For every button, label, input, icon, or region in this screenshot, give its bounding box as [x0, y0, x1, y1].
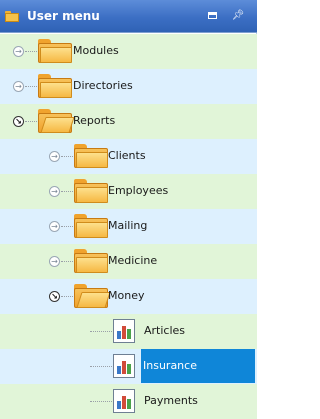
expand-icon[interactable]: → — [49, 151, 60, 162]
tree-item-modules[interactable]: → Modules — [0, 34, 257, 69]
report-icon — [113, 354, 135, 378]
tree-item-directories[interactable]: → Directories — [0, 69, 257, 104]
tree-item-label: Modules — [73, 44, 119, 57]
pin-icon: 📌︎ — [231, 10, 245, 21]
folder-icon — [74, 144, 108, 168]
expand-icon[interactable]: → — [49, 256, 60, 267]
tree-item-money[interactable]: ↘ Money — [0, 279, 257, 314]
tree-item-label: Reports — [73, 114, 116, 127]
tree-item-label: Clients — [108, 149, 146, 162]
folder-icon — [74, 249, 108, 273]
tree-item-clients[interactable]: → Clients — [0, 139, 257, 174]
expand-icon[interactable]: → — [49, 221, 60, 232]
tree-item-label: Insurance — [141, 349, 255, 383]
expand-icon[interactable]: → — [13, 46, 24, 57]
folder-icon — [74, 179, 108, 203]
folder-open-icon — [74, 284, 111, 308]
tree-item-label: Medicine — [108, 254, 158, 267]
user-menu-panel: User menu 📌︎ → Modules → Directories ↘ R… — [0, 0, 257, 419]
collapse-icon[interactable]: ↘ — [49, 291, 60, 302]
tree-item-label: Articles — [144, 324, 186, 337]
panel-title: User menu — [27, 9, 100, 23]
tree-item-payments[interactable]: Payments — [0, 384, 257, 419]
tree-item-medicine[interactable]: → Medicine — [0, 244, 257, 279]
expand-icon[interactable]: → — [49, 186, 60, 197]
folder-icon — [74, 214, 108, 238]
folder-icon — [38, 74, 72, 98]
report-icon — [113, 389, 135, 413]
collapse-icon[interactable]: ↘ — [13, 116, 24, 127]
tree-item-articles[interactable]: Articles — [0, 314, 257, 349]
folder-open-icon — [38, 109, 75, 133]
tree-item-label: Money — [108, 289, 145, 302]
tree-item-mailing[interactable]: → Mailing — [0, 209, 257, 244]
tree-item-label: Payments — [144, 394, 198, 407]
report-icon — [113, 319, 135, 343]
folder-icon — [5, 10, 19, 22]
folder-icon — [38, 39, 72, 63]
tree-item-label: Employees — [108, 184, 169, 197]
tree-item-label: Mailing — [108, 219, 148, 232]
tree-item-insurance[interactable]: Insurance — [0, 349, 257, 384]
restore-icon — [207, 12, 217, 19]
expand-icon[interactable]: → — [13, 81, 24, 92]
tree-item-employees[interactable]: → Employees — [0, 174, 257, 209]
panel-header: User menu 📌︎ — [0, 0, 257, 33]
restore-button[interactable] — [205, 9, 219, 23]
tree-item-reports[interactable]: ↘ Reports — [0, 104, 257, 139]
tree-item-label: Directories — [73, 79, 133, 92]
pin-button[interactable]: 📌︎ — [231, 9, 245, 23]
